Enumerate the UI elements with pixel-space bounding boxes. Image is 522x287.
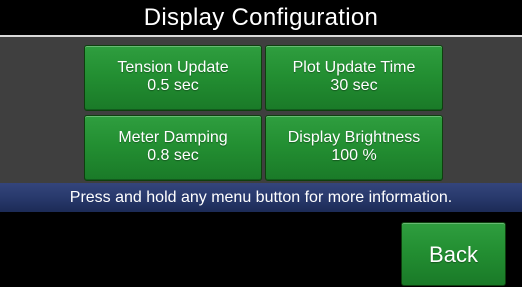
meter-damping-value: 0.8 sec	[147, 147, 199, 164]
display-brightness-button[interactable]: Display Brightness 100 %	[265, 115, 443, 181]
tension-update-button[interactable]: Tension Update 0.5 sec	[84, 45, 262, 111]
title-bar: Display Configuration	[0, 0, 522, 36]
page-title: Display Configuration	[143, 4, 379, 31]
back-button[interactable]: Back	[401, 222, 506, 286]
display-brightness-label: Display Brightness	[287, 129, 421, 146]
meter-damping-button[interactable]: Meter Damping 0.8 sec	[84, 115, 262, 181]
tension-update-label: Tension Update	[117, 59, 229, 76]
plot-update-time-label: Plot Update Time	[292, 59, 416, 76]
info-message-bar: Press and hold any menu button for more …	[0, 183, 522, 212]
tension-update-value: 0.5 sec	[147, 77, 199, 94]
plot-update-time-value: 30 sec	[330, 77, 378, 94]
meter-damping-label: Meter Damping	[118, 129, 228, 146]
display-brightness-value: 100 %	[331, 147, 377, 164]
plot-update-time-button[interactable]: Plot Update Time 30 sec	[265, 45, 443, 111]
